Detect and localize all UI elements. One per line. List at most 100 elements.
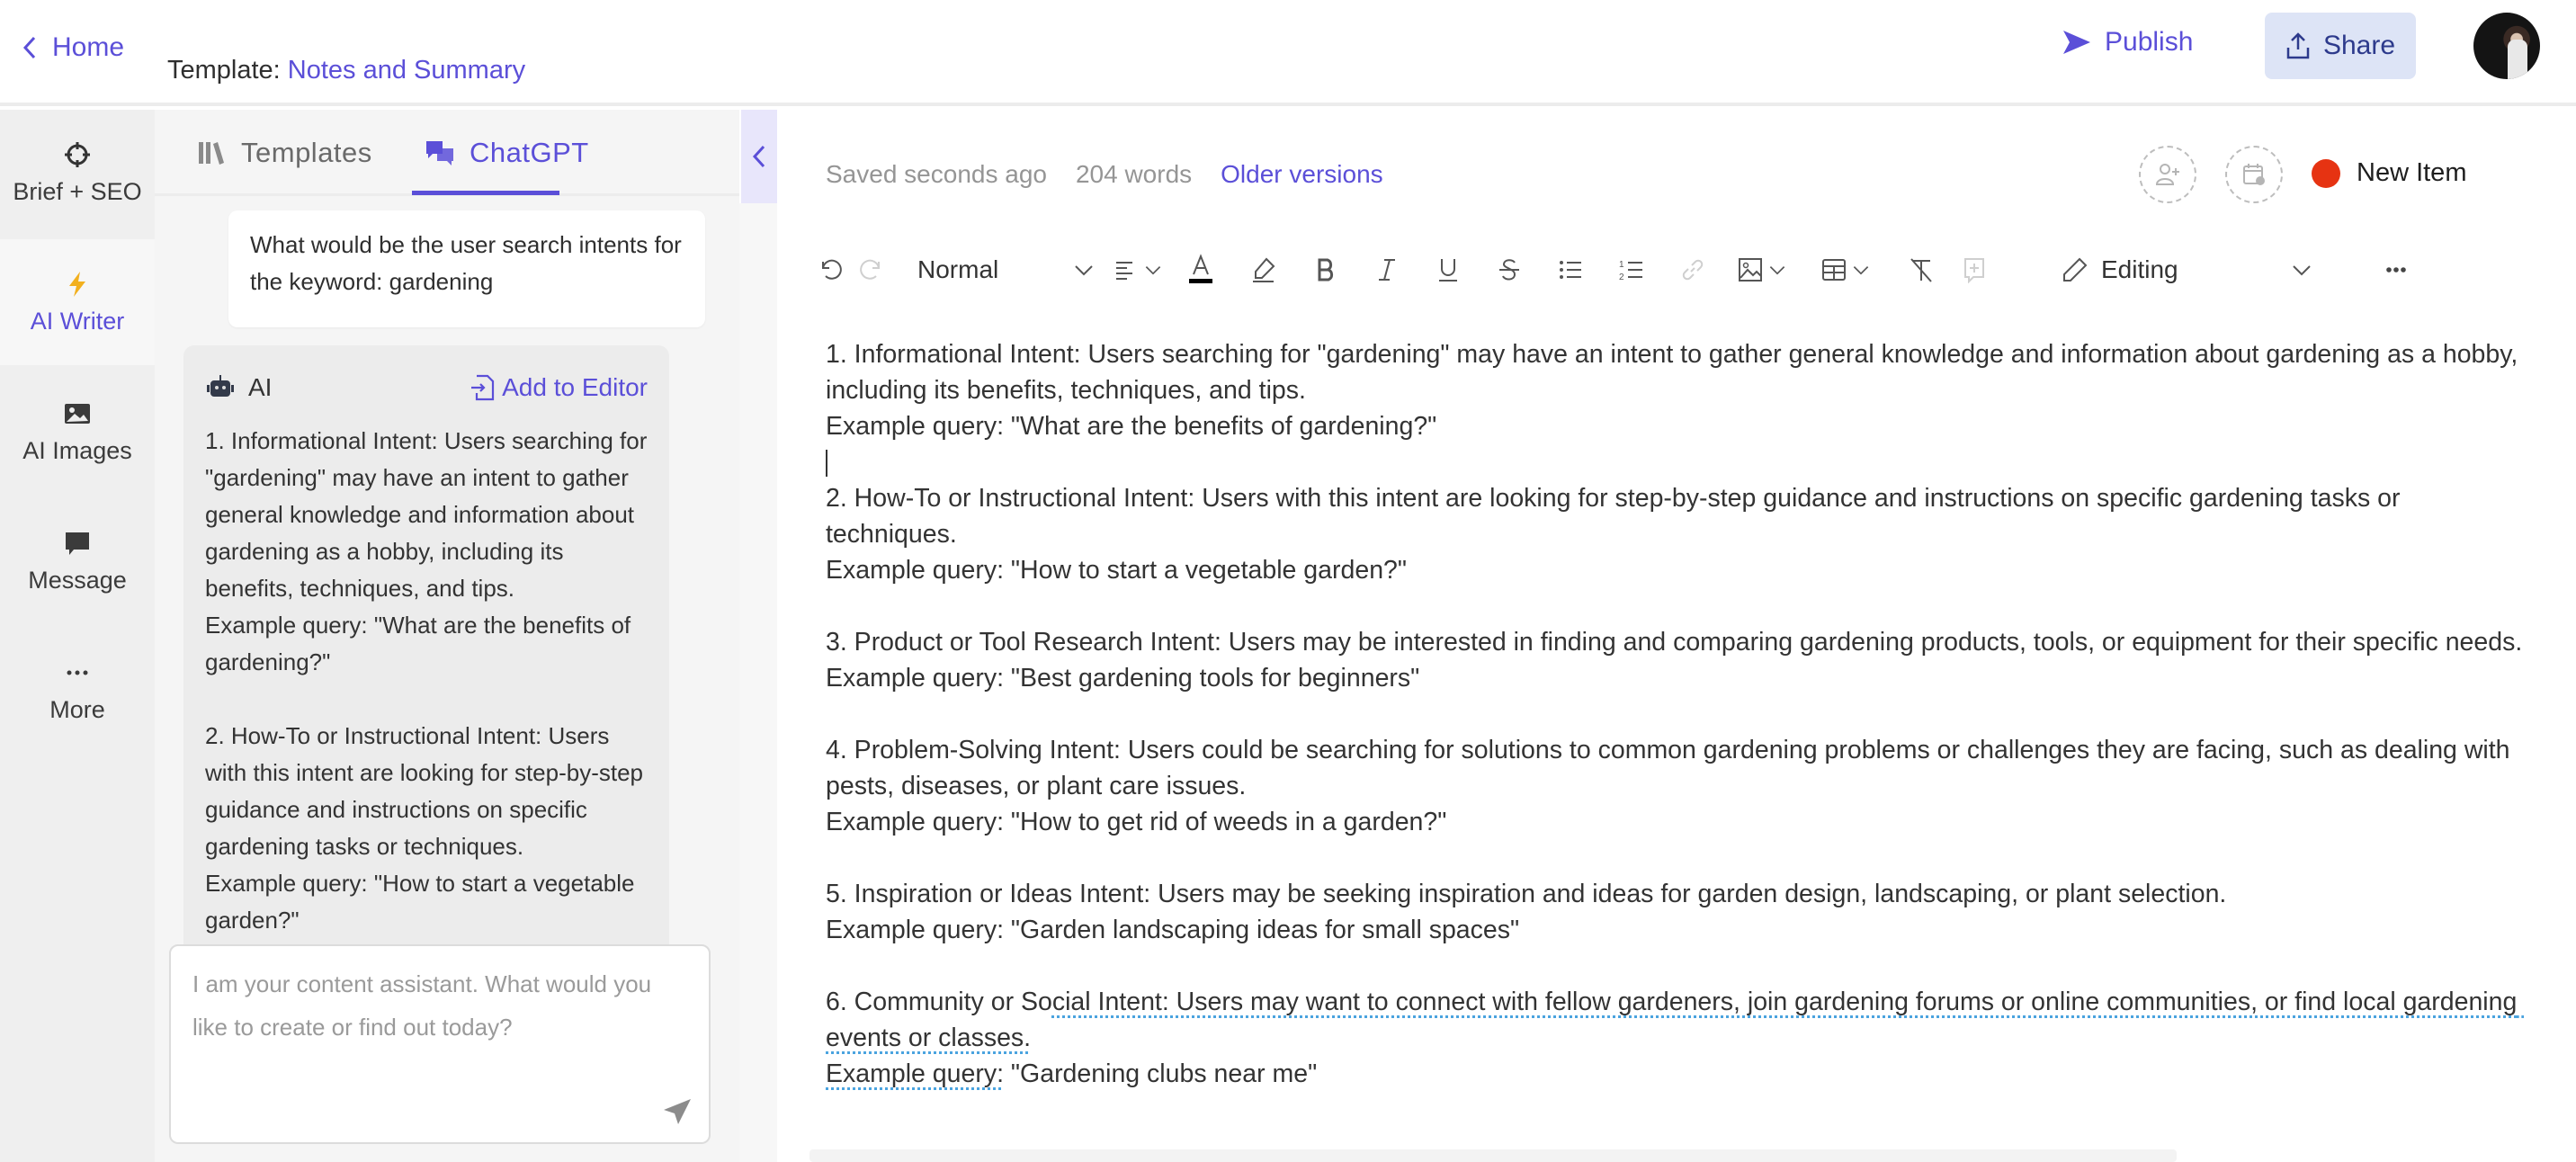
crosshair-icon	[65, 141, 90, 167]
doc-paragraph: Example query: "How to start a vegetable…	[826, 556, 1408, 585]
send-message-icon[interactable]	[660, 1095, 693, 1128]
rail-item-ai-images[interactable]: AI Images	[0, 369, 155, 495]
clear-format-button[interactable]	[1891, 247, 1952, 292]
chevron-down-icon	[2292, 265, 2311, 276]
ai-name: AI	[248, 373, 273, 401]
editing-mode-value: Editing	[2101, 255, 2178, 283]
share-label: Share	[2322, 31, 2396, 60]
doc-paragraph	[826, 588, 2535, 624]
status-label: New Item	[2357, 158, 2467, 187]
horizontal-scrollbar[interactable]	[809, 1149, 2177, 1162]
insert-table-button[interactable]	[1801, 247, 1891, 292]
link-button[interactable]	[1662, 247, 1723, 292]
underline-icon	[1439, 259, 1457, 282]
paragraph-text: 6. Community or So	[826, 988, 1052, 1016]
text-color-button[interactable]	[1169, 247, 1232, 292]
more-options-button[interactable]	[2378, 247, 2414, 292]
lightning-icon	[69, 271, 85, 297]
status-badge[interactable]: New Item	[2312, 158, 2466, 188]
word-count: 204 words	[1075, 160, 1193, 188]
align-select[interactable]	[1106, 247, 1169, 292]
spellcheck-highlight[interactable]: Example query:	[826, 1059, 1004, 1088]
text-style-value: Normal	[917, 255, 999, 283]
add-to-editor-button[interactable]: Add to Editor	[470, 373, 648, 402]
share-button[interactable]: Share	[2265, 13, 2416, 79]
strikethrough-button[interactable]	[1479, 247, 1540, 292]
template-name[interactable]: Notes and Summary	[288, 56, 525, 85]
insert-image-button[interactable]	[1723, 247, 1801, 292]
redo-button[interactable]	[849, 247, 896, 292]
message-icon	[66, 532, 89, 555]
assign-user-button[interactable]	[2139, 146, 2196, 203]
publish-button[interactable]: Publish	[2062, 27, 2193, 58]
numbered-list-icon: 12	[1619, 260, 1642, 282]
undo-button[interactable]	[809, 247, 849, 292]
add-user-icon	[2155, 164, 2179, 185]
publish-label: Publish	[2105, 27, 2194, 57]
chevron-down-icon	[1853, 266, 1869, 275]
panel-divider	[739, 203, 777, 1162]
bullet-list-button[interactable]	[1540, 247, 1601, 292]
chat-tabs: Templates ChatGPT	[155, 110, 739, 196]
top-header: Home Template: Notes and Summary Publish…	[0, 0, 2576, 106]
doc-paragraph: 1. Informational Intent: Users searching…	[826, 340, 2526, 405]
chevron-left-icon	[752, 145, 765, 168]
comment-add-icon	[1964, 258, 1984, 283]
clear-format-icon	[1910, 258, 1932, 282]
editing-mode-select[interactable]: Editing	[2062, 247, 2313, 292]
text-color-icon	[1189, 254, 1212, 283]
avatar[interactable]	[2473, 13, 2540, 79]
template-prefix: Template:	[167, 56, 281, 85]
more-dots-icon	[2386, 267, 2406, 273]
bullet-list-icon	[1560, 261, 1581, 279]
undo-icon	[822, 259, 842, 280]
text-style-select[interactable]: Normal	[917, 247, 1096, 292]
document-meta: Saved seconds ago 204 words Older versio…	[826, 160, 1383, 189]
doc-paragraph: Example query: "Garden landscaping ideas…	[826, 916, 1520, 944]
italic-icon	[1379, 259, 1395, 281]
saved-status: Saved seconds ago	[826, 160, 1047, 188]
doc-paragraph: Example query: "How to get rid of weeds …	[826, 808, 1447, 836]
doc-paragraph: 2. How-To or Instructional Intent: Users…	[826, 484, 2408, 549]
italic-button[interactable]	[1356, 247, 1418, 292]
doc-paragraph: 3. Product or Tool Research Intent: User…	[826, 628, 2523, 657]
older-versions-link[interactable]: Older versions	[1221, 160, 1383, 189]
text-cursor	[826, 450, 827, 478]
chat-bubbles-icon	[426, 141, 453, 165]
numbered-list-button[interactable]: 12	[1601, 247, 1662, 292]
document-body[interactable]: 1. Informational Intent: Users searching…	[826, 336, 2535, 1092]
rail-item-message[interactable]: Message	[0, 498, 155, 624]
chevron-down-icon	[1145, 266, 1161, 275]
bold-icon	[1318, 258, 1334, 282]
tab-label: ChatGPT	[470, 137, 589, 168]
spellcheck-highlight[interactable]: cial Intent: Users may want to connect w…	[826, 988, 2524, 1052]
tab-templates[interactable]: Templates	[196, 133, 372, 173]
chat-panel: Templates ChatGPT What would be the user…	[155, 110, 739, 1162]
home-link[interactable]: Home	[20, 32, 124, 63]
upload-icon	[2286, 32, 2310, 59]
rail-item-brief-seo[interactable]: Brief + SEO	[0, 110, 155, 236]
doc-paragraph: 4. Problem-Solving Intent: Users could b…	[826, 736, 2518, 800]
underline-button[interactable]	[1418, 247, 1479, 292]
bold-button[interactable]	[1295, 247, 1356, 292]
left-nav-rail: Brief + SEO AI Writer AI Images Message …	[0, 110, 155, 1162]
rail-item-more[interactable]: More	[0, 628, 155, 754]
set-due-date-button[interactable]	[2225, 146, 2283, 203]
chat-input[interactable]	[192, 962, 687, 1097]
doc-paragraph: Example query: "Gardening clubs near me"	[826, 1056, 2535, 1092]
rail-label: AI Images	[22, 436, 132, 464]
tab-chatgpt[interactable]: ChatGPT	[425, 133, 589, 173]
ai-author: AI	[205, 373, 272, 402]
more-dots-icon	[67, 670, 88, 675]
collapse-panel-button[interactable]	[741, 110, 777, 203]
pencil-icon	[2063, 257, 2088, 282]
home-label: Home	[52, 32, 125, 62]
doc-paragraph	[826, 948, 2535, 984]
highlighter-icon	[1253, 257, 1275, 282]
rail-label: More	[49, 695, 105, 723]
rail-item-ai-writer[interactable]: AI Writer	[0, 239, 155, 365]
add-comment-button[interactable]	[1952, 247, 1997, 292]
highlight-button[interactable]	[1232, 247, 1295, 292]
doc-paragraph: Example query: "What are the benefits of…	[826, 412, 1437, 441]
paragraph-text: "Gardening clubs near me"	[1004, 1059, 1318, 1088]
